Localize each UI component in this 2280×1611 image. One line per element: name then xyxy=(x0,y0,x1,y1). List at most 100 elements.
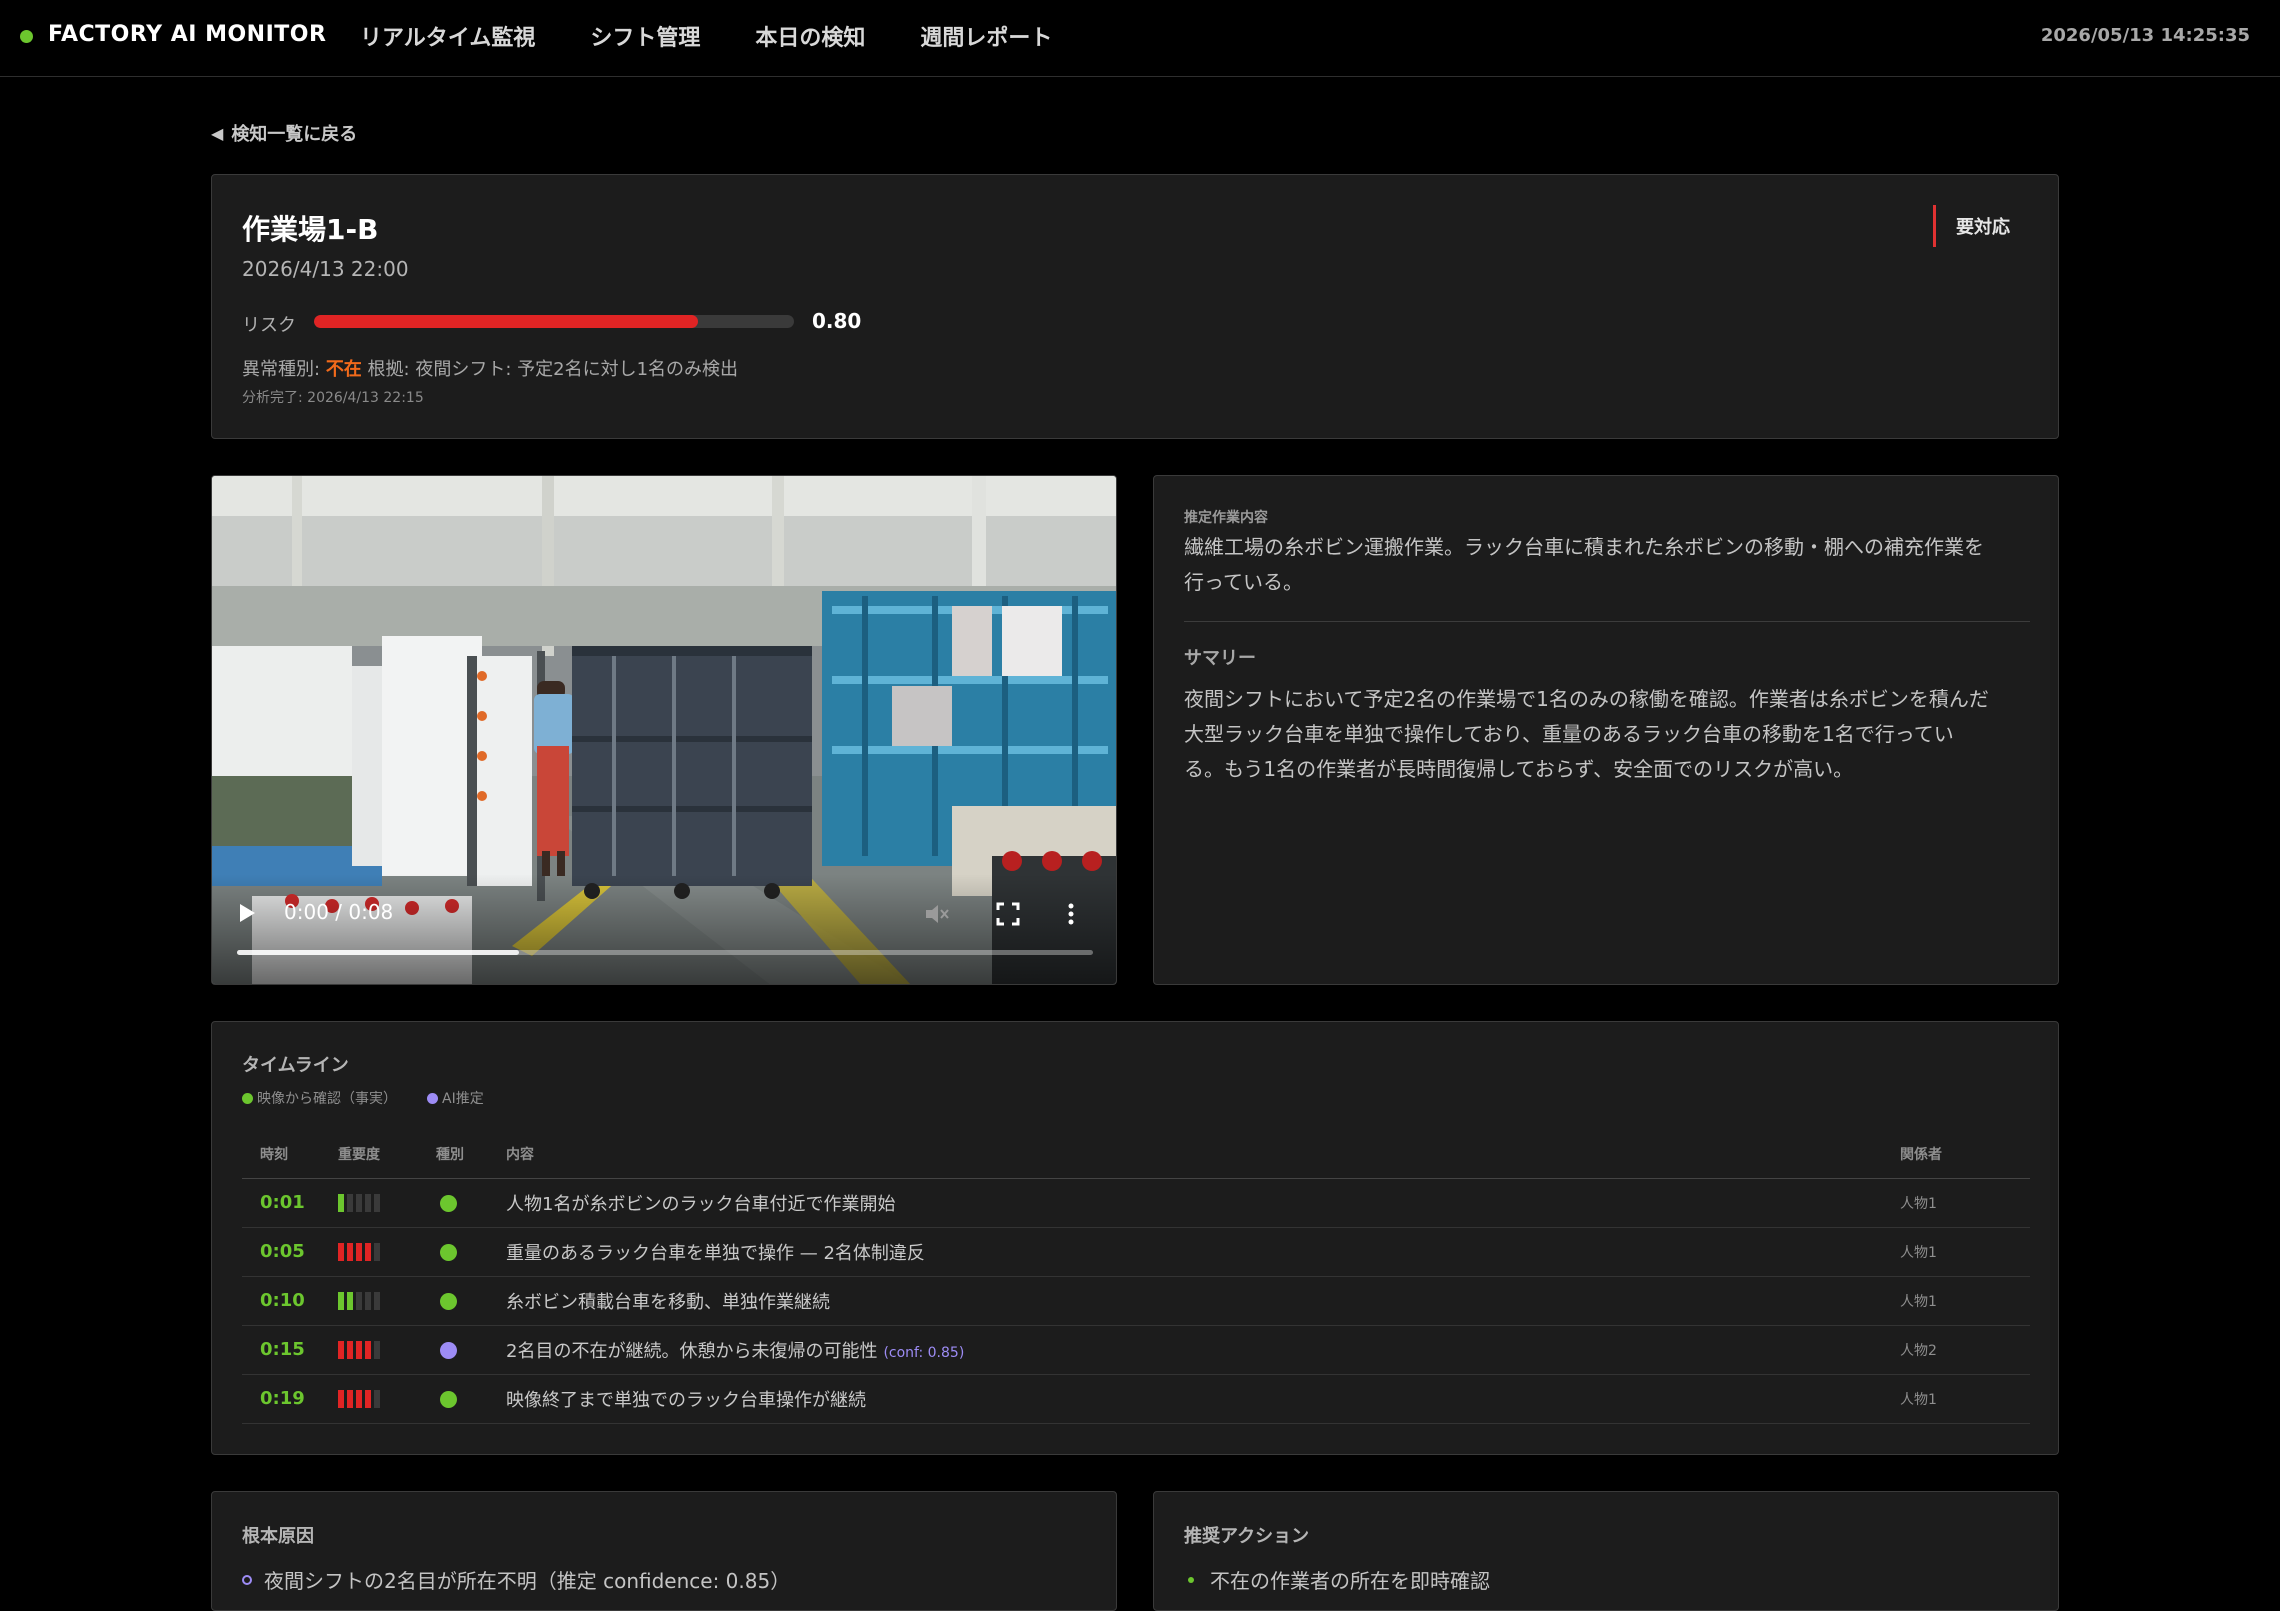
cell-time: 0:05 xyxy=(242,1227,338,1277)
event-time: 0:01 xyxy=(260,1192,305,1213)
severity-segment xyxy=(338,1292,344,1310)
anomaly-basis: 根拠: 夜間シフト: 予定2名に対し1名のみ検出 xyxy=(367,359,739,380)
status-badge: 要対応 xyxy=(1933,205,2010,247)
cell-who: 人物1 xyxy=(1900,1178,2030,1228)
volume-icon[interactable] xyxy=(924,902,950,926)
ai-dot-icon xyxy=(440,1341,457,1359)
event-content: 2名目の不在が継続。休憩から未復帰の可能性 xyxy=(506,1340,878,1362)
fullscreen-icon[interactable] xyxy=(996,902,1020,926)
cell-kind xyxy=(436,1276,506,1326)
cell-content: 糸ボビン積載台車を移動、単独作業継続 xyxy=(506,1276,1900,1326)
summary-text-line: 大型ラック台車を単独で操作しており、重量のあるラック台車の移動を1名で行ってい xyxy=(1184,722,1954,746)
cell-severity xyxy=(338,1276,436,1326)
action-text: 不在の作業者の所在を即時確認 xyxy=(1210,1569,1490,1593)
analysis-info-card: 推定作業内容 繊維工場の糸ボビン運搬作業。ラック台車に積まれた糸ボビンの移動・棚… xyxy=(1153,475,2059,985)
col-kind: 種別 xyxy=(436,1122,506,1179)
nav-item-today[interactable]: 本日の検知 xyxy=(755,20,865,52)
table-row[interactable]: 0:19 映像終了まで単独でのラック台車操作が継続 人物1 xyxy=(242,1374,2030,1424)
col-content: 内容 xyxy=(506,1122,1900,1179)
back-arrow-icon: ◀ xyxy=(211,123,224,143)
page-title: 作業場1-B xyxy=(242,213,379,246)
severity-meter xyxy=(338,1292,380,1310)
video-progress-bar[interactable] xyxy=(237,950,1093,955)
timeline-table: 時刻 重要度 種別 内容 関係者 0:01 人物1名が糸ボビンのラック台車付近で作… xyxy=(242,1122,2030,1424)
severity-segment xyxy=(356,1390,362,1408)
video-time: 0:00 / 0:08 xyxy=(284,900,394,924)
cell-content: 重量のあるラック台車を単独で操作 — 2名体制違反 xyxy=(506,1227,1900,1277)
cell-severity xyxy=(338,1178,436,1228)
root-cause-item: 夜間シフトの2名目が所在不明（推定 confidence: 0.85） xyxy=(242,1565,790,1594)
task-label: 推定作業内容 xyxy=(1184,510,1268,526)
video-buffered xyxy=(237,950,520,955)
severity-segment xyxy=(356,1341,362,1359)
back-link[interactable]: ◀ 検知一覧に戻る xyxy=(211,120,357,146)
timeline-title: タイムライン xyxy=(242,1055,349,1076)
timeline-card: タイムライン 映像から確認（事実） AI推定 時刻 重要度 種別 内容 関係者 … xyxy=(211,1021,2059,1455)
timeline-header-row: 時刻 重要度 種別 内容 関係者 xyxy=(242,1122,2030,1179)
severity-segment xyxy=(356,1194,362,1212)
ai-ring-icon xyxy=(242,1574,252,1585)
severity-segment xyxy=(347,1390,353,1408)
video-player[interactable]: 0:00 / 0:08 xyxy=(211,475,1117,985)
cell-who: 人物1 xyxy=(1900,1276,2030,1326)
table-row[interactable]: 0:05 重量のあるラック台車を単独で操作 — 2名体制違反 人物1 xyxy=(242,1227,2030,1277)
risk-bar xyxy=(314,315,794,328)
analyzed-time: 分析完了: 2026/4/13 22:15 xyxy=(242,390,424,406)
severity-segment xyxy=(365,1243,371,1261)
play-icon[interactable] xyxy=(240,904,255,922)
cell-kind xyxy=(436,1178,506,1228)
root-cause-text: 夜間シフトの2名目が所在不明（推定 confidence: 0.85） xyxy=(264,1569,791,1593)
event-time: 0:15 xyxy=(260,1339,305,1360)
cell-kind xyxy=(436,1325,506,1375)
severity-segment xyxy=(356,1243,362,1261)
more-options-icon[interactable] xyxy=(1066,902,1076,926)
nav-item-weekly[interactable]: 週間レポート xyxy=(920,20,1052,52)
cell-kind xyxy=(436,1227,506,1277)
event-content: 人物1名が糸ボビンのラック台車付近で作業開始 xyxy=(506,1193,896,1215)
table-row[interactable]: 0:15 2名目の不在が継続。休憩から未復帰の可能性 (conf: 0.85) 人物2 xyxy=(242,1325,2030,1375)
legend-fact-label: 映像から確認（事実） xyxy=(257,1091,397,1107)
action-item[interactable]: 不在の作業者の所在を即時確認 xyxy=(1184,1565,1490,1594)
risk-label: リスク xyxy=(242,315,296,336)
event-content: 糸ボビン積載台車を移動、単独作業継続 xyxy=(506,1291,830,1313)
severity-segment xyxy=(347,1243,353,1261)
recommended-actions-card: 推奨アクション 不在の作業者の所在を即時確認 xyxy=(1153,1491,2059,1611)
severity-segment xyxy=(365,1341,371,1359)
task-text-line: 行っている。 xyxy=(1184,570,1303,594)
app-brand[interactable]: FACTORY AI MONITOR xyxy=(48,22,326,47)
summary-label: サマリー xyxy=(1184,648,1256,669)
table-row[interactable]: 0:10 糸ボビン積載台車を移動、単独作業継続 人物1 xyxy=(242,1276,2030,1326)
actions-title: 推奨アクション xyxy=(1184,1526,1310,1547)
root-cause-card: 根本原因 夜間シフトの2名目が所在不明（推定 confidence: 0.85） xyxy=(211,1491,1117,1611)
cell-who: 人物2 xyxy=(1900,1325,2030,1375)
summary-text: 夜間シフトにおいて予定2名の作業場で1名のみの稼働を確認。作業者は糸ボビンを積ん… xyxy=(1184,682,1989,787)
nav-item-shift[interactable]: シフト管理 xyxy=(590,20,700,52)
event-content: 重量のあるラック台車を単独で操作 — 2名体制違反 xyxy=(506,1242,925,1264)
fact-dot-icon xyxy=(440,1194,457,1212)
legend-ai-label: AI推定 xyxy=(442,1091,484,1107)
back-link-label: 検知一覧に戻る xyxy=(231,124,358,145)
severity-segment xyxy=(347,1194,353,1212)
anomaly-type: 不在 xyxy=(325,359,362,380)
risk-bar-fill xyxy=(314,315,698,328)
cell-severity xyxy=(338,1325,436,1375)
event-time: 0:19 xyxy=(260,1388,305,1409)
legend-fact-dot-icon xyxy=(242,1092,253,1104)
severity-segment xyxy=(374,1194,380,1212)
severity-segment xyxy=(338,1243,344,1261)
severity-segment xyxy=(365,1292,371,1310)
confidence-label: (conf: 0.85) xyxy=(883,1344,965,1361)
fact-dot-icon xyxy=(440,1243,457,1261)
task-text-line: 繊維工場の糸ボビン運搬作業。ラック台車に積まれた糸ボビンの移動・棚への補充作業を xyxy=(1184,535,1984,559)
incident-date: 2026/4/13 22:00 xyxy=(242,257,409,281)
table-row[interactable]: 0:01 人物1名が糸ボビンのラック台車付近で作業開始 人物1 xyxy=(242,1178,2030,1228)
severity-segment xyxy=(365,1390,371,1408)
nav-item-realtime[interactable]: リアルタイム監視 xyxy=(360,20,535,52)
severity-meter xyxy=(338,1194,380,1212)
anomaly-line: 異常種別: 不在 根拠: 夜間シフト: 予定2名に対し1名のみ検出 xyxy=(242,355,738,381)
status-dot-icon xyxy=(20,30,33,43)
legend-ai-dot-icon xyxy=(427,1092,438,1104)
cell-who: 人物1 xyxy=(1900,1374,2030,1424)
severity-segment xyxy=(338,1194,344,1212)
cell-time: 0:19 xyxy=(242,1374,338,1424)
